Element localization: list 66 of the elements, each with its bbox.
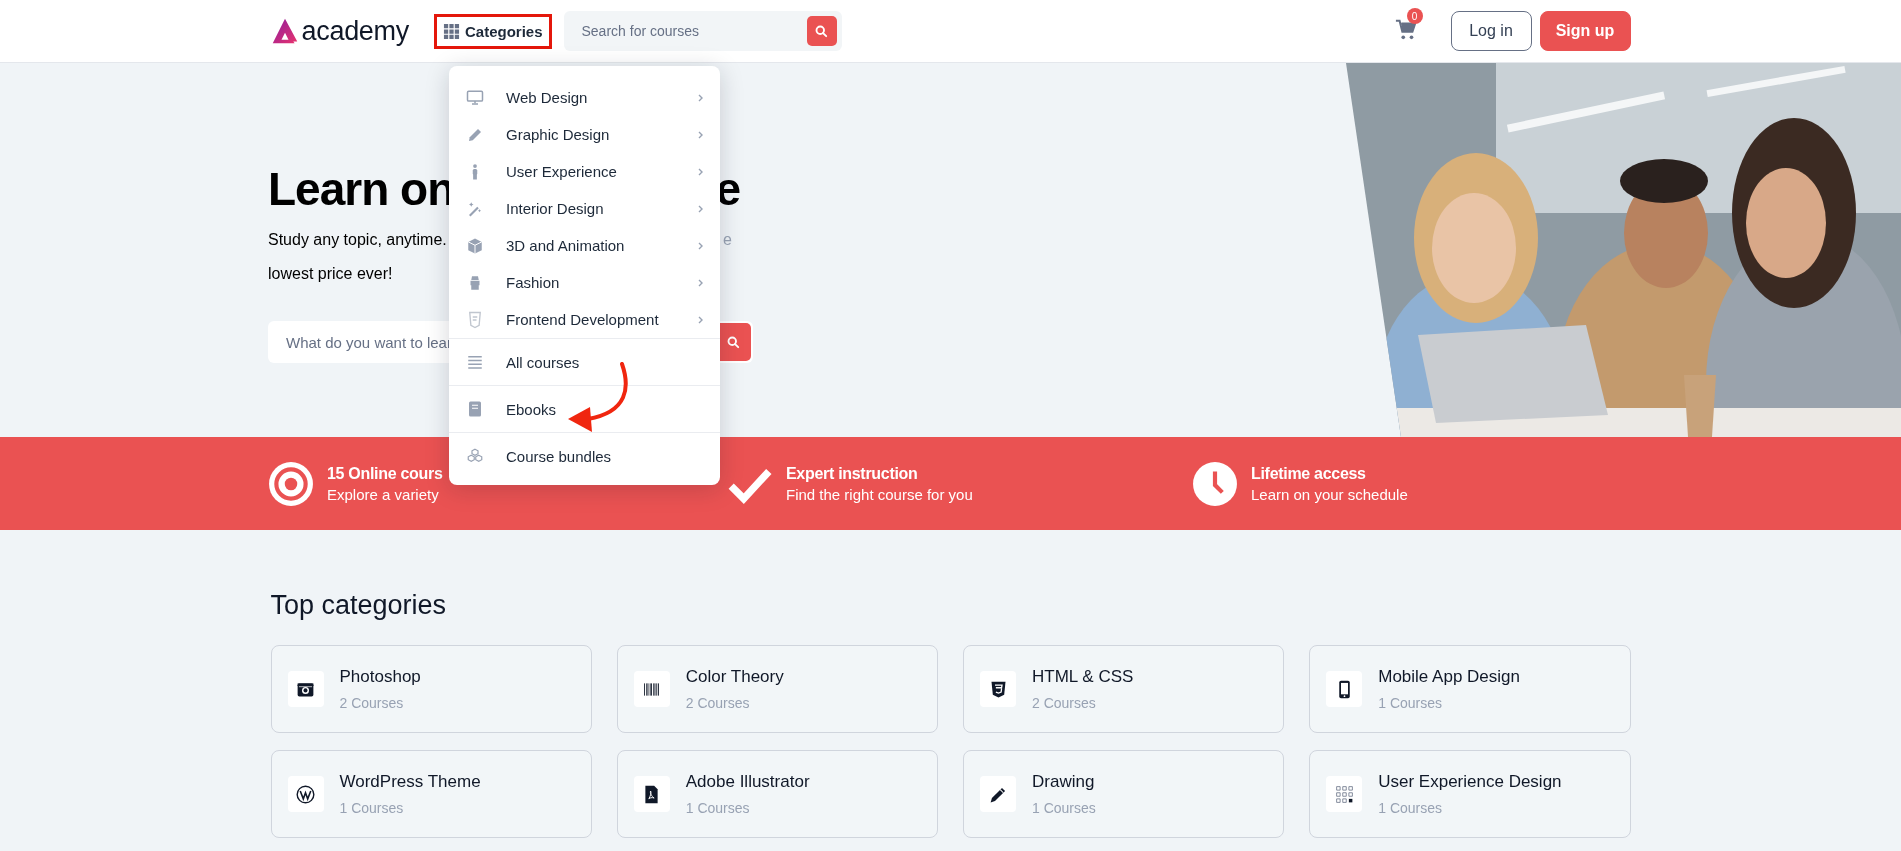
course-count: 2 Courses xyxy=(1032,695,1097,711)
course-count: 1 Courses xyxy=(339,800,405,816)
menu-item[interactable]: Interior Design xyxy=(449,190,720,227)
course-count: 1 Courses xyxy=(1378,695,1444,711)
category-card[interactable]: User Experience Design 1 Courses xyxy=(1309,750,1631,838)
category-card[interactable]: Photoshop 2 Courses xyxy=(270,645,592,733)
logo-text: academy xyxy=(301,15,409,47)
category-name: HTML & CSS xyxy=(1032,667,1134,687)
hero-subtitle: e xyxy=(723,230,732,250)
course-count: 2 Courses xyxy=(339,695,405,711)
menu-item[interactable]: Course bundles xyxy=(449,433,720,479)
search-field[interactable]: Search for courses xyxy=(563,11,842,51)
grid-icon xyxy=(1333,783,1355,805)
category-name: Mobile App Design xyxy=(1378,667,1520,687)
circle-logo-icon xyxy=(295,783,316,805)
hero-subtitle: Study any topic, anytime. xyxy=(268,230,447,250)
feature-title: Expert instruction xyxy=(786,464,919,483)
search-button[interactable] xyxy=(806,16,837,46)
category-card[interactable]: Color Theory 2 Courses xyxy=(616,645,938,733)
logo-icon xyxy=(270,17,299,45)
menu-item[interactable]: 3D and Animation xyxy=(449,227,720,264)
menu-item[interactable]: Graphic Design xyxy=(449,116,720,153)
category-card[interactable]: Adobe Illustrator 1 Courses xyxy=(616,750,938,838)
menu-item[interactable]: All courses xyxy=(449,339,720,385)
feature-subtitle: Explore a variety xyxy=(327,485,440,503)
hero-subtitle: lowest price ever! xyxy=(268,264,393,284)
cube-icon xyxy=(466,236,484,255)
category-card[interactable]: Drawing 1 Courses xyxy=(963,750,1285,838)
menu-item[interactable]: User Experience xyxy=(449,153,720,190)
course-count: 1 Courses xyxy=(1378,800,1444,816)
feature-title: Lifetime access xyxy=(1251,464,1367,483)
category-name: Color Theory xyxy=(685,667,784,687)
category-name: WordPress Theme xyxy=(339,772,481,792)
book-icon xyxy=(466,400,484,418)
cart-count-badge: 0 xyxy=(1406,8,1423,24)
category-card[interactable]: WordPress Theme 1 Courses xyxy=(270,750,592,838)
menu-item[interactable]: Fashion xyxy=(449,264,720,301)
grid-icon xyxy=(442,22,460,40)
feature-title: 15 Online cours xyxy=(327,464,443,483)
shield-icon xyxy=(466,310,484,329)
menu-item[interactable]: Web Design xyxy=(449,79,720,116)
clock-icon xyxy=(1192,460,1238,507)
category-card[interactable]: Mobile App Design 1 Courses xyxy=(1309,645,1631,733)
feature-subtitle: Find the right course for you xyxy=(786,485,973,503)
search-icon xyxy=(814,23,829,39)
menu-item[interactable]: Ebooks xyxy=(449,386,720,432)
search-input[interactable]: Search for courses xyxy=(579,22,807,40)
course-count: 1 Courses xyxy=(685,800,751,816)
cubes-icon xyxy=(466,447,484,465)
category-name: Adobe Illustrator xyxy=(685,772,810,792)
feature-subtitle: Learn on your schedule xyxy=(1251,485,1408,503)
category-name: Drawing xyxy=(1032,772,1096,792)
login-button[interactable]: Log in xyxy=(1450,11,1532,51)
course-count: 2 Courses xyxy=(685,695,751,711)
target-icon xyxy=(268,460,314,507)
category-card[interactable]: HTML & CSS 2 Courses xyxy=(963,645,1285,733)
cart-icon[interactable] xyxy=(1394,19,1417,41)
section-heading: Top categories xyxy=(270,590,448,621)
signup-button[interactable]: Sign up xyxy=(1539,11,1631,51)
monitor-icon xyxy=(466,88,484,107)
category-name: Photoshop xyxy=(339,667,421,687)
search-icon xyxy=(725,334,741,350)
category-name: User Experience Design xyxy=(1378,772,1562,792)
list-icon xyxy=(466,353,484,371)
course-count: 1 Courses xyxy=(1032,800,1096,816)
categories-button[interactable]: Categories xyxy=(433,13,552,49)
